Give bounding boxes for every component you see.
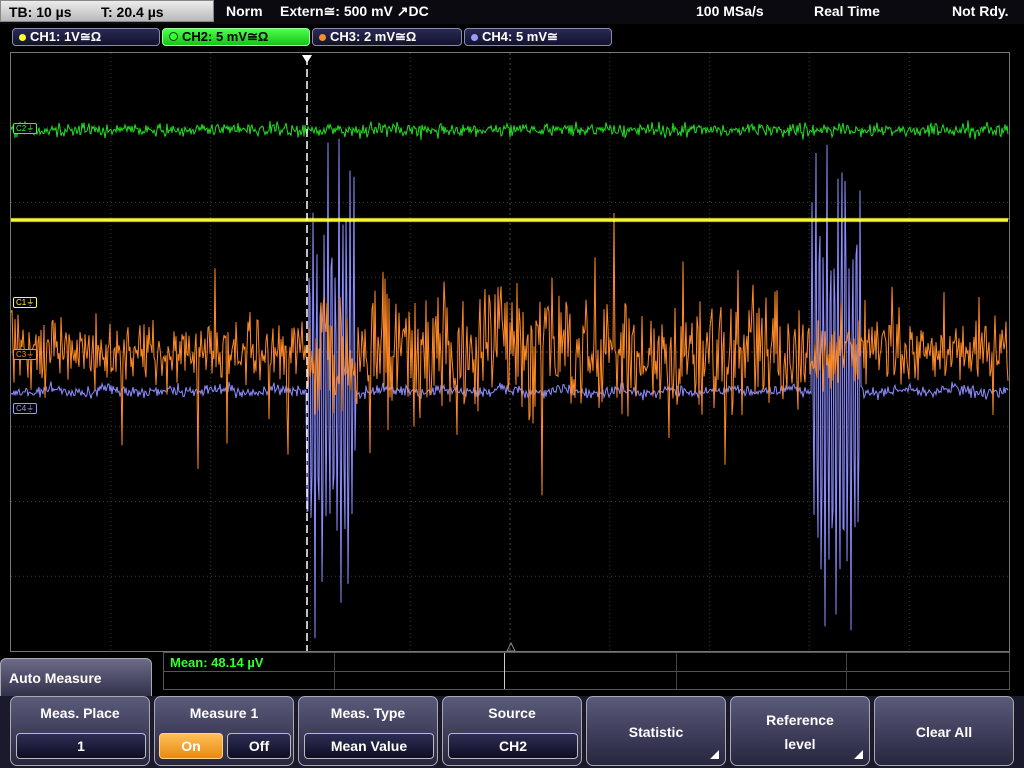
meas-type-softkey[interactable]: Meas. Type Mean Value <box>298 696 438 766</box>
channel-ch3-button[interactable]: CH3: 2 mV≅Ω <box>312 28 462 46</box>
clear-all-softkey[interactable]: Clear All <box>874 696 1014 766</box>
mean-measurement-value: Mean: 48.14 µV <box>170 655 264 670</box>
channel-bar: CH1: 1V≅Ω CH2: 5 mV≅Ω CH3: 2 mV≅Ω CH4: 5… <box>0 24 1024 50</box>
trigger-source-label[interactable]: Extern≅: 500 mV ↗DC <box>280 3 429 20</box>
statistic-title: Statistic <box>628 724 684 740</box>
measurement-result-bar: Mean: 48.14 µV <box>163 652 1010 690</box>
waveform-display[interactable]: C2⏚ C1⏚ C3⏚ C4⏚ <box>10 52 1010 652</box>
submenu-corner-icon <box>854 750 863 759</box>
ch2-color-dot <box>169 32 178 41</box>
result-col-divider <box>676 653 677 689</box>
clear-all-title: Clear All <box>915 724 973 740</box>
meas-place-softkey[interactable]: Meas. Place 1 <box>10 696 150 766</box>
ch4-label: CH4: 5 mV≅ <box>482 29 558 44</box>
source-value[interactable]: CH2 <box>448 733 578 759</box>
channel-ch1-button[interactable]: CH1: 1V≅Ω <box>12 28 160 46</box>
result-col-divider <box>504 653 505 689</box>
measure1-softkey[interactable]: Measure 1 On Off <box>154 696 294 766</box>
measure1-title: Measure 1 <box>189 705 259 721</box>
ch4-color-dot <box>471 34 478 41</box>
center-marker-icon <box>506 641 516 651</box>
acq-mode-label[interactable]: Norm <box>226 3 263 19</box>
waveform-traces <box>11 53 1009 651</box>
statistic-softkey[interactable]: Statistic <box>586 696 726 766</box>
meas-type-value[interactable]: Mean Value <box>304 733 434 759</box>
reference-level-softkey[interactable]: Reference level <box>730 696 870 766</box>
reference-title-line1: Reference <box>766 712 834 728</box>
reference-title-line2: level <box>784 736 816 752</box>
status-bar: TB: 10 µs T: 20.4 µs Norm Extern≅: 500 m… <box>0 0 1024 24</box>
ch2-label: CH2: 5 mV≅Ω <box>182 29 269 44</box>
ch1-trace <box>11 217 1009 223</box>
ch1-ground-marker[interactable]: C1⏚ <box>13 297 38 308</box>
auto-measure-tab[interactable]: Auto Measure <box>0 658 152 698</box>
softkey-bar: Meas. Place 1 Measure 1 On Off Meas. Typ… <box>0 696 1024 768</box>
measure1-off-option[interactable]: Off <box>227 733 291 759</box>
menu-title: Auto Measure <box>9 670 102 686</box>
meas-place-title: Meas. Place <box>40 705 120 721</box>
measure1-on-option[interactable]: On <box>159 733 223 759</box>
ch1-color-dot <box>19 34 26 41</box>
meas-place-value[interactable]: 1 <box>16 733 146 759</box>
timebase-label: TB: 10 µs <box>9 4 72 20</box>
submenu-corner-icon <box>710 750 719 759</box>
acq-state-label: Real Time <box>814 3 880 19</box>
ch2-ground-marker[interactable]: C2⏚ <box>13 123 38 134</box>
ready-state-label: Not Rdy. <box>952 3 1009 19</box>
trigger-time-label: T: 20.4 µs <box>101 4 164 20</box>
sample-rate-label: 100 MSa/s <box>696 3 764 19</box>
source-title: Source <box>488 705 536 721</box>
result-col-divider <box>334 653 335 689</box>
result-col-divider <box>846 653 847 689</box>
ch3-label: CH3: 2 mV≅Ω <box>330 29 417 44</box>
ch3-ground-marker[interactable]: C3⏚ <box>13 349 38 360</box>
channel-ch4-button[interactable]: CH4: 5 mV≅ <box>464 28 612 46</box>
source-softkey[interactable]: Source CH2 <box>442 696 582 766</box>
meas-type-title: Meas. Type <box>330 705 406 721</box>
timebase-box[interactable]: TB: 10 µs T: 20.4 µs <box>0 0 214 22</box>
result-divider <box>164 671 1009 672</box>
channel-ch2-button[interactable]: CH2: 5 mV≅Ω <box>162 28 310 46</box>
ch3-color-dot <box>319 34 326 41</box>
ch1-label: CH1: 1V≅Ω <box>30 29 102 44</box>
ch4-ground-marker[interactable]: C4⏚ <box>13 403 38 414</box>
